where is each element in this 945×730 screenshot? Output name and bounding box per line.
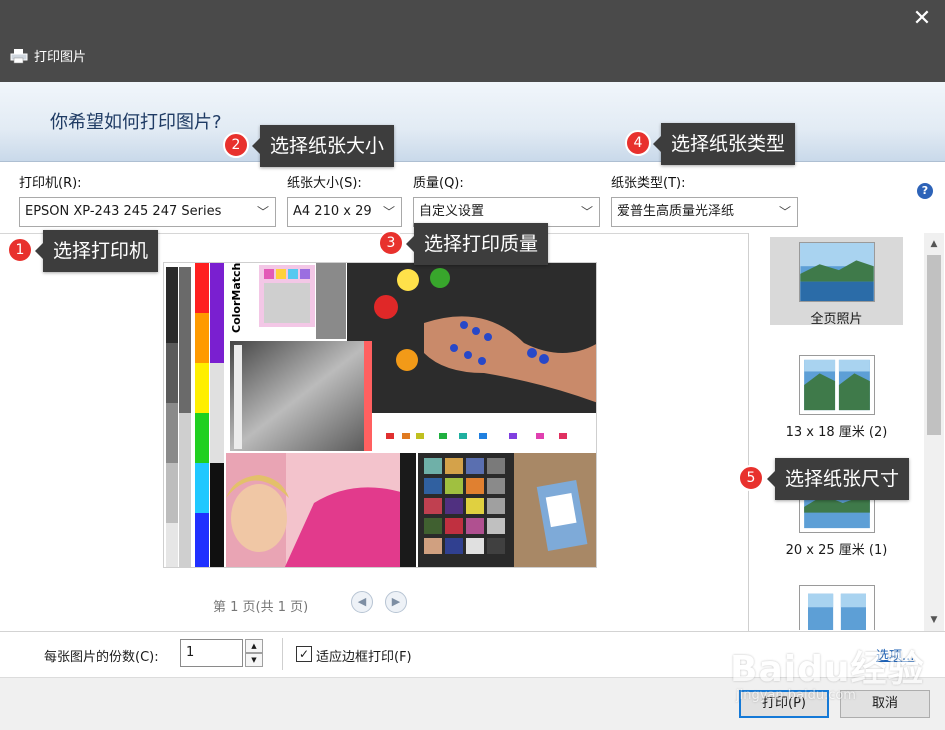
title-bar [0,0,945,82]
printer-label: 打印机(R): [19,176,82,191]
copies-input[interactable]: 1 [180,639,243,667]
callout-number-3: 3 [378,230,404,256]
callout-number-1: 1 [7,237,33,263]
chevron-down-icon: ﹀ [778,205,791,219]
callout-number-2: 2 [223,132,249,158]
copies-decrement-icon[interactable]: ▼ [245,653,263,667]
next-page-button[interactable]: ▶ [385,591,407,613]
print-button[interactable]: 打印(P) [739,690,829,718]
layout-scrollbar[interactable]: ▲ ▼ [924,233,944,631]
chevron-down-icon: ﹀ [382,205,395,219]
scroll-up-icon[interactable]: ▲ [924,235,944,253]
options-link[interactable]: 选项... [876,645,914,664]
fit-frame-label: 适应边框打印(F) [316,650,412,665]
copies-increment-icon[interactable]: ▲ [245,639,263,653]
chevron-down-icon: ﹀ [256,205,269,219]
layout-item-13x18[interactable]: 13 x 18 厘米 (2) [770,350,903,440]
close-icon[interactable]: ✕ [911,8,933,30]
copies-label: 每张图片的份数(C): [44,650,159,665]
divider [282,638,283,670]
landscape-thumbnail-icon [798,242,875,302]
scroll-thumb[interactable] [927,255,941,435]
printer-select[interactable]: EPSON XP-243 245 247 Series ﹀ [19,197,276,227]
window-title-row: 打印图片 [10,46,86,65]
paper-type-label: 纸张类型(T): [611,176,686,191]
layout-label-full-page: 全页照片 [810,312,863,327]
layout-item-full-page[interactable]: 全页照片 [770,237,903,327]
layout-label-20x25: 20 x 25 厘米 (1) [785,543,888,558]
paper-type-select[interactable]: 爱普生高质量光泽纸 ﹀ [611,197,798,227]
callout-select-paper-size: 选择纸张大小 [251,125,395,167]
layout-label-13x18: 13 x 18 厘米 (2) [785,425,888,440]
multi-thumbnail-icon [798,585,875,630]
printer-icon [10,48,28,64]
paper-size-label: 纸张大小(S): [287,176,362,191]
paper-size-select-value: A4 210 x 29 [293,204,372,219]
grayscale-strip [164,263,194,567]
window-title: 打印图片 [34,50,87,65]
colormatch-text: ColorMatch R [230,263,243,333]
paper-size-select[interactable]: A4 210 x 29 ﹀ [287,197,402,227]
layout-item-more[interactable] [770,580,903,630]
chevron-down-icon: ﹀ [580,205,593,219]
fit-frame-checkbox[interactable]: ✓ [296,646,312,662]
quality-label: 质量(Q): [413,176,464,191]
callout-number-4: 4 [625,130,651,156]
preview-image: ColorMatch R [163,262,597,568]
callout-select-quality: 选择打印质量 [405,223,549,265]
scroll-down-icon[interactable]: ▼ [924,611,944,629]
page-status: 第 1 页(共 1 页) [213,600,309,615]
prev-page-button[interactable]: ◀ [351,591,373,613]
cancel-button[interactable]: 取消 [840,690,930,718]
quality-select-value: 自定义设置 [419,204,485,219]
callout-select-printer: 选择打印机 [34,230,159,272]
printer-select-value: EPSON XP-243 245 247 Series [25,204,222,219]
paper-type-select-value: 爱普生高质量光泽纸 [617,204,735,219]
callout-select-paper-dimension: 选择纸张尺寸 [766,458,910,500]
callout-select-paper-type: 选择纸张类型 [652,123,796,165]
two-up-thumbnail-icon [798,355,875,415]
page-title: 你希望如何打印图片? [50,112,222,133]
help-icon[interactable]: ? [917,183,933,199]
callout-number-5: 5 [738,465,764,491]
